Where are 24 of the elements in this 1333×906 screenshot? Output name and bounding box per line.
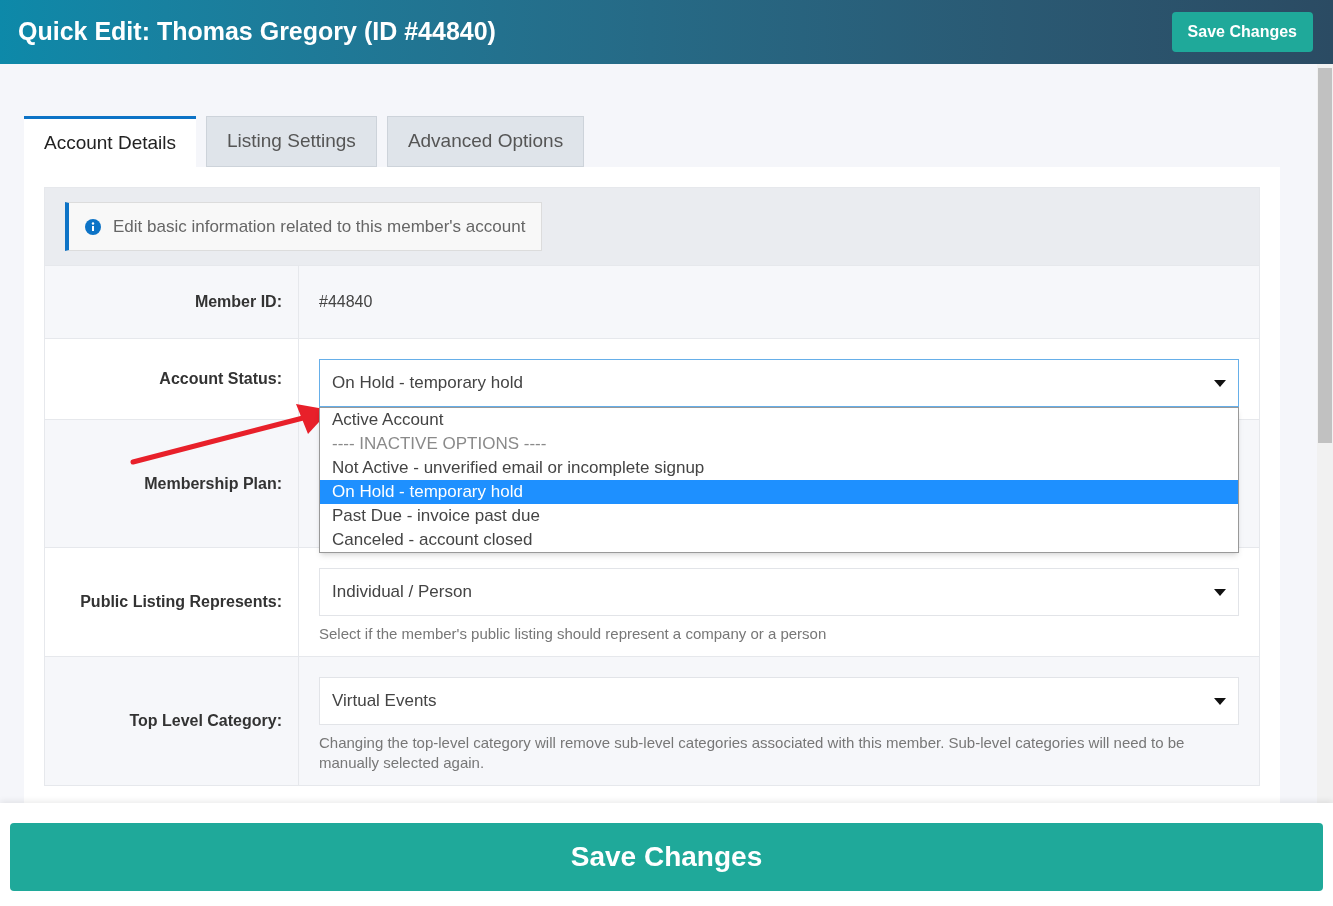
help-text: Changing the top-level category will remove sub-level categories associated with this member. Sub-level categories will need to be manually selected again. <box>319 733 1186 773</box>
dropdown-option[interactable]: Not Active - unverified email or incomplete signup <box>320 456 1238 480</box>
field-value: #44840 <box>319 292 374 312</box>
caret-icon <box>1214 588 1226 596</box>
field-label: Member ID: <box>194 292 282 312</box>
field-label: Top Level Category: <box>129 711 282 731</box>
tab[interactable]: Advanced Options <box>386 116 585 167</box>
tab[interactable]: Listing Settings <box>206 116 377 167</box>
field-label: Account Status: <box>159 369 282 389</box>
caret-icon <box>1214 379 1226 387</box>
field-label: Membership Plan: <box>144 473 282 494</box>
field-label: Public Listing Represents: <box>80 592 282 612</box>
dropdown-option[interactable]: Past Due - invoice past due <box>320 504 1238 528</box>
select-field[interactable]: Virtual Events <box>319 677 1239 725</box>
info-icon <box>85 218 101 235</box>
tab[interactable]: Account Details <box>24 116 196 167</box>
caret-icon <box>1214 697 1226 705</box>
info-text: Edit basic information related to this member's account <box>113 215 526 238</box>
page-title: Quick Edit: Thomas Gregory (ID #44840) <box>18 16 496 48</box>
dropdown-option[interactable]: Canceled - account closed <box>320 528 1238 552</box>
help-text: Select if the member's public listing should represent a company or a person <box>319 624 828 644</box>
dropdown-option[interactable]: Active Account <box>320 408 1238 432</box>
select-field[interactable]: On Hold - temporary hold <box>319 359 1239 407</box>
select-field[interactable]: Individual / Person <box>319 568 1239 616</box>
